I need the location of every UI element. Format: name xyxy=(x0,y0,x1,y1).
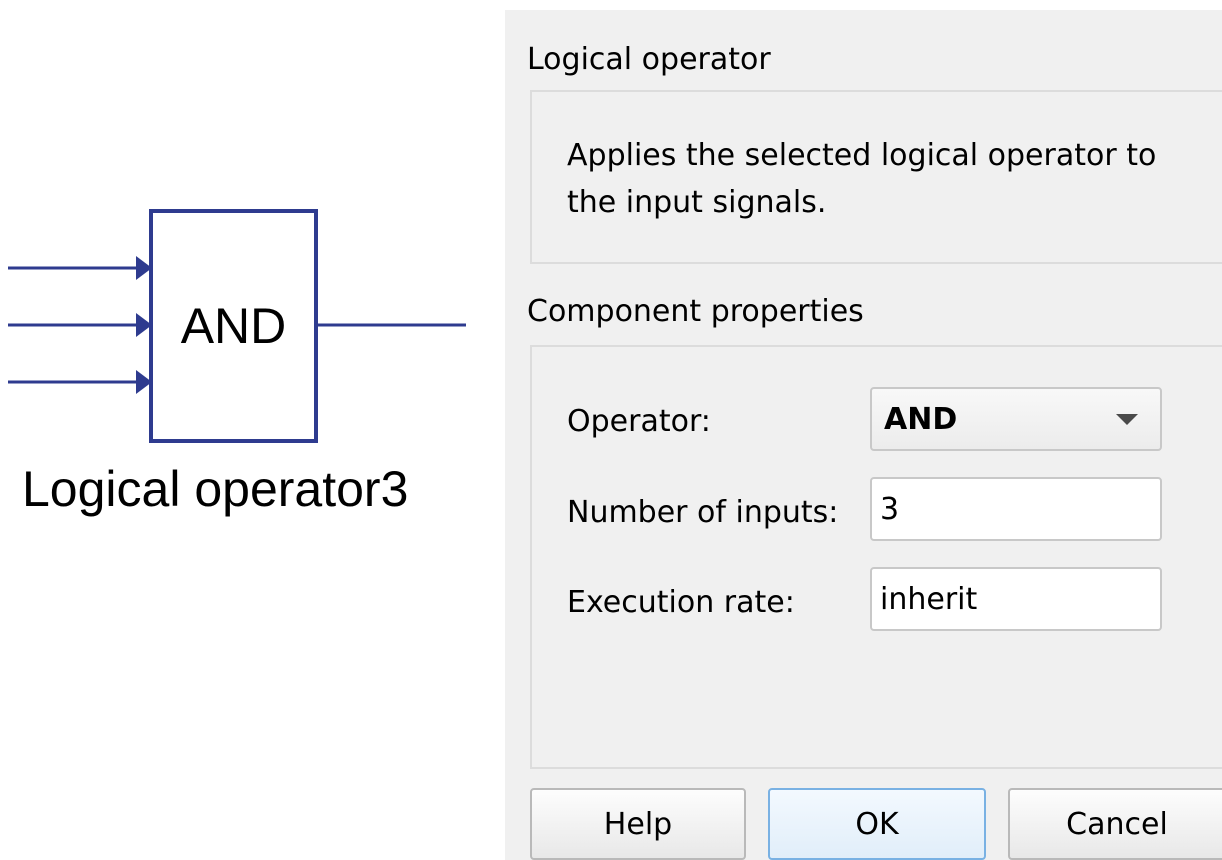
operator-selected-value: AND xyxy=(884,401,958,437)
number-of-inputs-field[interactable]: 3 xyxy=(870,477,1162,541)
properties-dialog: Logical operator Applies the selected lo… xyxy=(505,10,1222,860)
properties-section-title: Component properties xyxy=(527,294,864,329)
operator-dropdown[interactable]: AND xyxy=(870,387,1162,451)
description-text: Applies the selected logical operator to… xyxy=(567,138,1157,220)
dialog-title: Logical operator xyxy=(527,42,771,77)
number-of-inputs-label: Number of inputs: xyxy=(567,495,839,530)
block-operator-text: AND xyxy=(180,298,287,354)
execution-rate-label: Execution rate: xyxy=(567,585,795,620)
properties-group: Operator: AND Number of inputs: 3 Execut… xyxy=(530,345,1222,769)
chevron-down-icon[interactable] xyxy=(1116,414,1138,425)
execution-rate-value: inherit xyxy=(880,581,978,617)
operator-label: Operator: xyxy=(567,404,711,439)
number-of-inputs-value: 3 xyxy=(880,491,900,527)
description-group: Applies the selected logical operator to… xyxy=(530,90,1222,264)
block-name-label: Logical operator3 xyxy=(22,461,409,517)
cancel-button[interactable]: Cancel xyxy=(1008,788,1222,860)
ok-button[interactable]: OK xyxy=(768,788,986,860)
diagram-canvas: AND Logical operator3 xyxy=(0,0,505,860)
execution-rate-field[interactable]: inherit xyxy=(870,567,1162,631)
help-button[interactable]: Help xyxy=(530,788,746,860)
